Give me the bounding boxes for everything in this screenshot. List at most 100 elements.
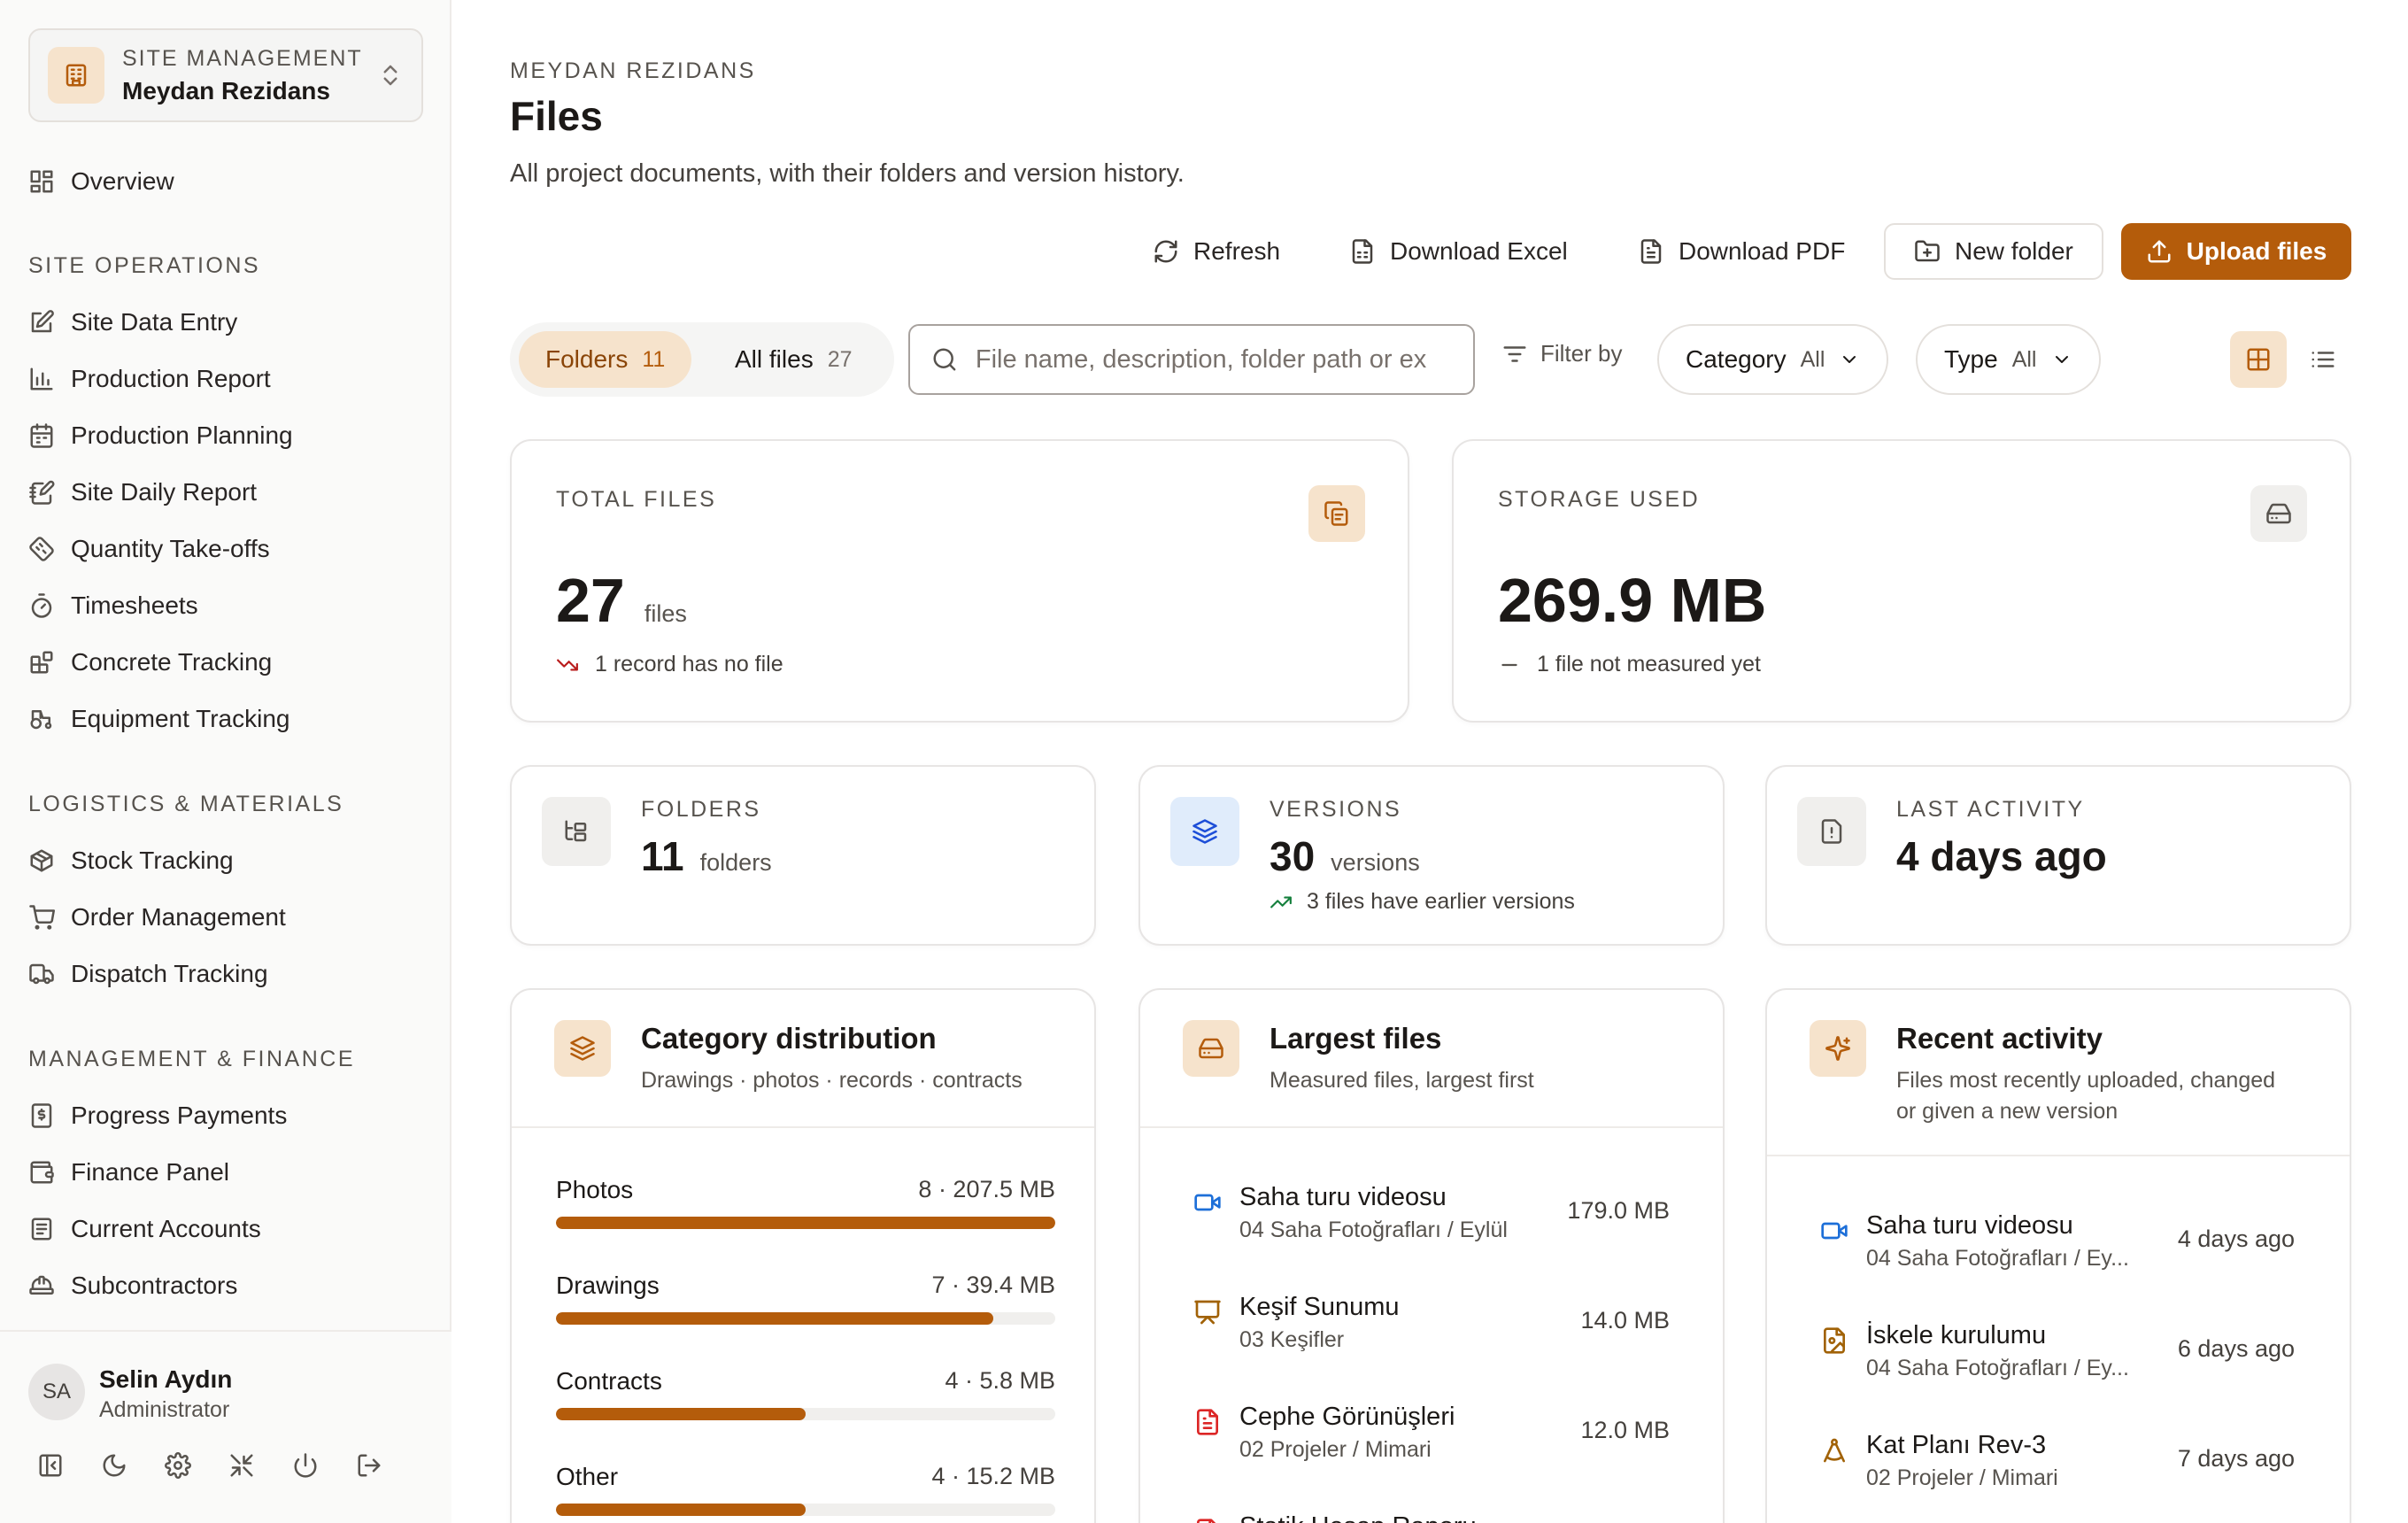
grid-icon [2247, 348, 2270, 371]
video-icon [1194, 1194, 1221, 1211]
nav-dispatch-tracking[interactable]: Dispatch Tracking [28, 952, 268, 996]
user-name: Selin Aydın [99, 1365, 233, 1393]
video-icon [1821, 1222, 1848, 1240]
file-list-item[interactable]: Statik Hesap Raporu [1193, 1512, 1540, 1523]
file-name: Cephe Görünüşleri [1239, 1403, 1455, 1431]
file-list-item[interactable]: Cephe Görünüşleri 02 Projeler / Mimari [1193, 1403, 1540, 1463]
upload-files-label: Upload files [2186, 237, 2327, 265]
type-filter-value: All [2011, 346, 2037, 372]
sparkles-icon [1810, 1020, 1866, 1077]
activity-list-item[interactable]: Kat Planı Rev-3 02 Projeler / Mimari [1820, 1431, 2149, 1491]
nav-overview[interactable]: Overview [28, 159, 174, 204]
moon-icon[interactable] [101, 1452, 129, 1480]
nav-timesheets[interactable]: Timesheets [28, 584, 198, 628]
nav-subcontractors[interactable]: Subcontractors [28, 1264, 237, 1308]
activity-path: 02 Projeler / Mimari [1866, 1465, 2058, 1490]
storage-used-note: 1 file not measured yet [1498, 652, 1761, 677]
activity-list-item[interactable]: Saha turu videosu 04 Saha Fotoğrafları /… [1820, 1211, 2149, 1272]
truck-icon [29, 963, 54, 985]
page-kicker: MEYDAN REZIDANS [510, 58, 756, 83]
avatar[interactable]: SA [28, 1364, 85, 1420]
category-meta: 4 · 5.8 MB [945, 1367, 1055, 1394]
footer-actions [37, 1452, 384, 1480]
nav-production-report[interactable]: Production Report [28, 357, 271, 401]
search-input[interactable] [975, 344, 1452, 375]
category-bar-fill [556, 1312, 993, 1325]
upload-icon [2148, 240, 2171, 263]
power-icon[interactable] [292, 1452, 320, 1480]
nav-stock-tracking[interactable]: Stock Tracking [28, 839, 234, 883]
nav-label: Dispatch Tracking [71, 960, 268, 987]
refresh-button[interactable]: Refresh [1124, 223, 1308, 280]
site-name: Meydan Rezidans [122, 76, 330, 104]
new-folder-button[interactable]: New folder [1884, 223, 2103, 280]
hard-drive-icon [2250, 485, 2307, 542]
nav-label: Production Planning [71, 421, 293, 449]
tab-all-files[interactable]: All files 27 [708, 331, 879, 388]
file-icon [1197, 1519, 1216, 1523]
building-icon [48, 47, 104, 104]
type-filter-select[interactable]: Type All [1916, 324, 2101, 395]
activity-name: Kat Planı Rev-3 [1866, 1431, 2047, 1459]
filter-lines-icon [1503, 345, 1526, 362]
download-pdf-button[interactable]: Download PDF [1609, 223, 1873, 280]
category-filter-select[interactable]: Category All [1657, 324, 1889, 395]
largest-files-panel: Largest files Measured files, largest fi… [1138, 988, 1725, 1523]
nav-site-data-entry[interactable]: Site Data Entry [28, 300, 237, 344]
wallet-icon [30, 1161, 54, 1184]
minimize-icon[interactable] [228, 1452, 257, 1480]
image-file-icon [1824, 1327, 1845, 1354]
file-path: 03 Keşifler [1239, 1327, 1345, 1352]
folders-unit: folders [699, 849, 772, 876]
type-filter-label: Type [1944, 345, 1998, 373]
activity-time: 7 days ago [2177, 1445, 2295, 1472]
settings-icon[interactable] [165, 1452, 193, 1480]
category-filter-label: Category [1686, 345, 1787, 373]
minus-icon [1501, 663, 1517, 666]
nav-progress-payments[interactable]: Progress Payments [28, 1094, 287, 1138]
sidebar-collapse-icon[interactable] [37, 1452, 66, 1480]
nav-quantity-take-offs[interactable]: Quantity Take-offs [28, 527, 270, 571]
nav-site-daily-report[interactable]: Site Daily Report [28, 470, 257, 514]
logout-icon[interactable] [356, 1452, 384, 1480]
tab-folders[interactable]: Folders 11 [519, 331, 692, 388]
section-logistics: LOGISTICS & MATERIALS [28, 792, 344, 816]
chevron-down-icon [2055, 356, 2068, 363]
last-activity-card: LAST ACTIVITY 4 days ago [1765, 765, 2351, 946]
nav-label: Stock Tracking [71, 847, 234, 874]
nav-label: Overview [71, 167, 174, 195]
section-site-operations: SITE OPERATIONS [28, 253, 261, 278]
calendar-icon [30, 423, 53, 448]
chevrons-up-down-icon [377, 62, 404, 89]
receipt-icon [31, 1103, 52, 1128]
nav-current-accounts[interactable]: Current Accounts [28, 1207, 261, 1251]
list-view-button[interactable] [2295, 331, 2351, 388]
nav-concrete-tracking[interactable]: Concrete Tracking [28, 640, 272, 684]
hard-hat-icon [29, 1275, 54, 1295]
site-switcher[interactable]: SITE MANAGEMENT Meydan Rezidans [28, 28, 423, 122]
file-name: Statik Hesap Raporu [1239, 1512, 1540, 1523]
upload-files-button[interactable]: Upload files [2121, 223, 2351, 280]
nav-order-management[interactable]: Order Management [28, 895, 286, 939]
category-filter-value: All [1800, 346, 1825, 372]
nav-finance-panel[interactable]: Finance Panel [28, 1150, 229, 1194]
download-excel-button[interactable]: Download Excel [1321, 223, 1596, 280]
storage-used-label: STORAGE USED [1498, 487, 1701, 512]
file-list-item[interactable]: Keşif Sunumu 03 Keşifler [1193, 1293, 1540, 1353]
file-list-item[interactable]: Saha turu videosu 04 Saha Fotoğrafları /… [1193, 1183, 1540, 1243]
filter-by-text: Filter by [1540, 340, 1623, 367]
nav-equipment-tracking[interactable]: Equipment Tracking [28, 697, 289, 741]
folder-tree-icon [542, 797, 611, 866]
activity-panel-title: Recent activity [1896, 1022, 2103, 1055]
file-size: 179.0 MB [1567, 1197, 1670, 1224]
pencil-square-icon [31, 310, 54, 333]
nav-label: Finance Panel [71, 1158, 230, 1186]
nav-label: Concrete Tracking [71, 648, 273, 676]
activity-list-item[interactable]: İskele kurulumu 04 Saha Fotoğrafları / E… [1820, 1321, 2149, 1381]
book-icon [31, 1218, 52, 1241]
grid-view-button[interactable] [2230, 331, 2287, 388]
tab-folders-count: 11 [642, 346, 666, 372]
bar-chart-icon [30, 367, 53, 390]
nav-production-planning[interactable]: Production Planning [28, 414, 293, 458]
filter-by-label: Filter by [1501, 340, 1622, 367]
